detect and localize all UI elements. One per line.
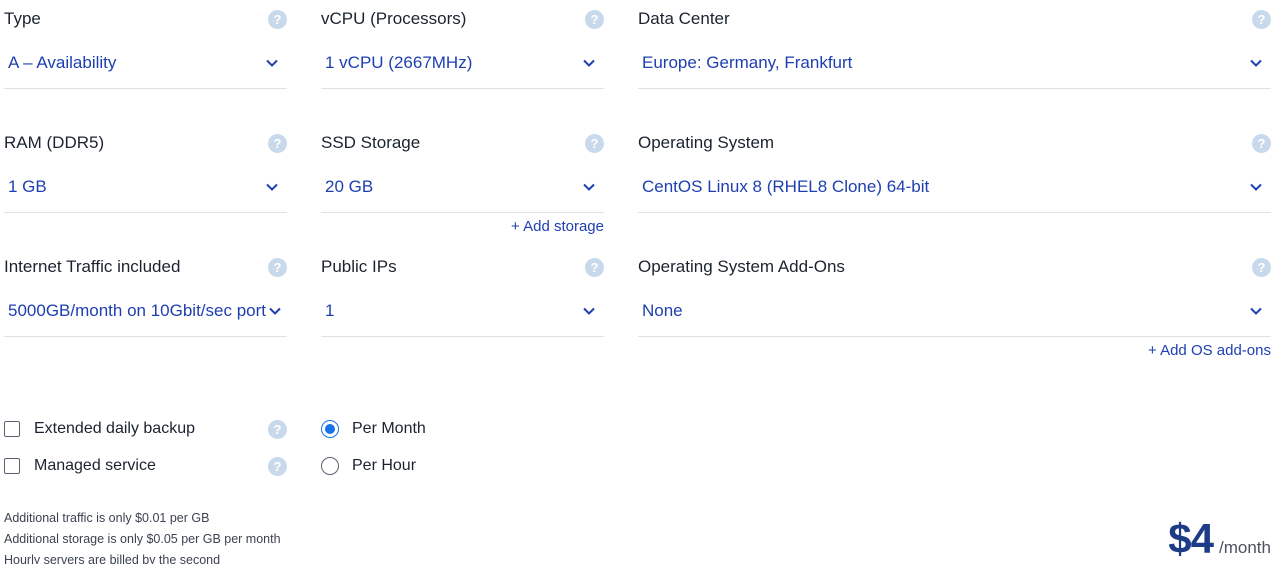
chevron-down-icon: [1247, 178, 1265, 196]
note-traffic: Additional traffic is only $0.01 per GB: [4, 511, 210, 525]
per-month-option[interactable]: Per Month: [321, 420, 426, 438]
type-label: Type: [4, 9, 41, 28]
chevron-down-icon: [266, 302, 284, 320]
chevron-down-icon: [580, 54, 598, 72]
ram-field: RAM (DDR5) ? 1 GB: [4, 124, 287, 214]
price-unit: /month: [1219, 538, 1271, 557]
datacenter-select-value: Europe: Germany, Frankfurt: [642, 53, 853, 72]
question-circle-icon[interactable]: ?: [1252, 134, 1271, 153]
ips-field: Public IPs ? 1: [321, 248, 604, 338]
vcpu-label: vCPU (Processors): [321, 9, 467, 28]
ram-label: RAM (DDR5): [4, 133, 105, 152]
datacenter-label: Data Center: [638, 9, 730, 28]
question-circle-icon[interactable]: ?: [1252, 10, 1271, 29]
question-circle-icon[interactable]: ?: [268, 10, 287, 29]
question-circle-icon[interactable]: ?: [585, 10, 604, 29]
traffic-select-value: 5000GB/month on 10Gbit/sec port: [8, 301, 266, 320]
backup-option[interactable]: Extended daily backup: [4, 420, 195, 438]
per-hour-option[interactable]: Per Hour: [321, 457, 416, 475]
ssd-field: SSD Storage ? 20 GB: [321, 124, 604, 214]
chevron-down-icon: [1247, 54, 1265, 72]
os-addons-field: Operating System Add-Ons ? None: [638, 248, 1271, 338]
chevron-down-icon: [1247, 302, 1265, 320]
type-select-value: A – Availability: [8, 53, 117, 72]
ips-label: Public IPs: [321, 257, 397, 276]
note-hourly: Hourly servers are billed by the second: [4, 553, 221, 564]
question-circle-icon[interactable]: ?: [268, 258, 287, 277]
per-hour-label: Per Hour: [352, 457, 417, 474]
per-hour-radio[interactable]: [321, 457, 339, 475]
type-field: Type ? A – Availability: [4, 0, 287, 90]
ssd-select[interactable]: 20 GB: [321, 162, 604, 213]
os-addons-select[interactable]: None: [638, 286, 1271, 337]
datacenter-field: Data Center ? Europe: Germany, Frankfurt: [638, 0, 1271, 90]
traffic-select[interactable]: 5000GB/month on 10Gbit/sec port: [4, 286, 287, 337]
vcpu-select-value: 1 vCPU (2667MHz): [325, 53, 473, 72]
vcpu-field: vCPU (Processors) ? 1 vCPU (2667MHz): [321, 0, 604, 90]
ram-select[interactable]: 1 GB: [4, 162, 287, 213]
note-storage: Additional storage is only $0.05 per GB …: [4, 532, 281, 546]
os-field: Operating System ? CentOS Linux 8 (RHEL8…: [638, 124, 1271, 214]
os-label: Operating System: [638, 133, 775, 152]
vcpu-select[interactable]: 1 vCPU (2667MHz): [321, 38, 604, 89]
os-select[interactable]: CentOS Linux 8 (RHEL8 Clone) 64-bit: [638, 162, 1271, 213]
chevron-down-icon: [580, 302, 598, 320]
question-circle-icon[interactable]: ?: [268, 134, 287, 153]
traffic-field: Internet Traffic included ? 5000GB/month…: [4, 248, 287, 338]
chevron-down-icon: [263, 178, 281, 196]
add-os-addons-link[interactable]: + Add OS add-ons: [1148, 342, 1271, 359]
os-addons-label: Operating System Add-Ons: [638, 257, 845, 276]
managed-label: Managed service: [34, 457, 156, 474]
ssd-select-value: 20 GB: [325, 177, 374, 196]
chevron-down-icon: [580, 178, 598, 196]
datacenter-select[interactable]: Europe: Germany, Frankfurt: [638, 38, 1271, 89]
os-addons-select-value: None: [642, 301, 683, 320]
ips-select-value: 1: [325, 301, 335, 320]
question-circle-icon[interactable]: ?: [268, 420, 287, 439]
ips-select[interactable]: 1: [321, 286, 604, 337]
ram-select-value: 1 GB: [8, 177, 47, 196]
managed-checkbox[interactable]: [4, 458, 20, 474]
managed-option[interactable]: Managed service: [4, 457, 156, 475]
backup-checkbox[interactable]: [4, 421, 20, 437]
per-month-radio[interactable]: [321, 420, 339, 438]
per-month-label: Per Month: [352, 420, 426, 437]
os-select-value: CentOS Linux 8 (RHEL8 Clone) 64-bit: [642, 177, 930, 196]
question-circle-icon[interactable]: ?: [1252, 258, 1271, 277]
server-config-form: Type ? A – Availability vCPU (Processors…: [0, 0, 1280, 564]
type-select[interactable]: A – Availability: [4, 38, 287, 89]
question-circle-icon[interactable]: ?: [585, 258, 604, 277]
ssd-label: SSD Storage: [321, 133, 421, 152]
backup-label: Extended daily backup: [34, 420, 195, 437]
traffic-label: Internet Traffic included: [4, 257, 181, 276]
price-display: $4 /month: [1168, 515, 1271, 563]
question-circle-icon[interactable]: ?: [268, 457, 287, 476]
add-storage-link[interactable]: + Add storage: [511, 218, 604, 235]
price-amount: $4: [1168, 515, 1214, 562]
chevron-down-icon: [263, 54, 281, 72]
question-circle-icon[interactable]: ?: [585, 134, 604, 153]
